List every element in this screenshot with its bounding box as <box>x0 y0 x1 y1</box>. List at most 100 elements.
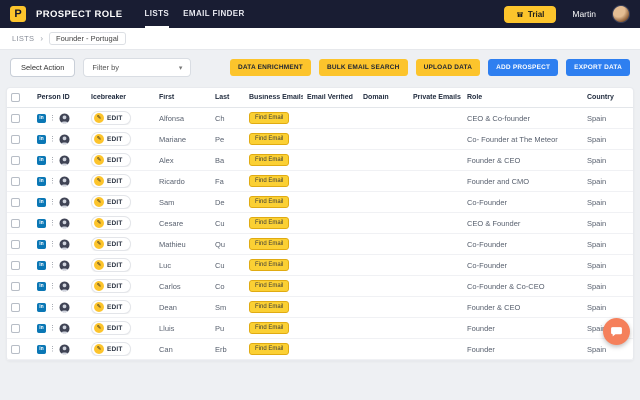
export-data-button[interactable]: EXPORT DATA <box>566 59 630 76</box>
country-cell: Spain <box>587 134 607 144</box>
row-select-cell <box>7 218 33 228</box>
linkedin-icon[interactable]: in <box>37 176 46 186</box>
linkedin-icon[interactable]: in <box>37 155 46 165</box>
table-row: in ⋮ ✎ EDIT Carlos Co Find Email Co-Foun… <box>7 276 633 297</box>
find-email-button[interactable]: Find Email <box>249 322 290 334</box>
brand-name: PROSPECT ROLE <box>36 8 123 20</box>
linkedin-icon[interactable]: in <box>37 302 46 312</box>
linkedin-icon[interactable]: in <box>37 134 46 144</box>
country-cell: Spain <box>587 344 607 354</box>
row-checkbox[interactable] <box>11 281 20 291</box>
kebab-menu-icon[interactable]: ⋮ <box>49 199 56 206</box>
person-avatar-icon[interactable] <box>59 343 70 355</box>
kebab-menu-icon[interactable]: ⋮ <box>49 178 56 185</box>
chat-widget-button[interactable] <box>603 318 630 345</box>
edit-button[interactable]: ✎ EDIT <box>91 258 131 272</box>
linkedin-icon[interactable]: in <box>37 239 46 249</box>
data-enrichment-button[interactable]: DATA ENRICHMENT <box>229 59 311 76</box>
kebab-menu-icon[interactable]: ⋮ <box>49 262 56 269</box>
trial-button[interactable]: Trial <box>503 5 557 23</box>
bulk-email-search-button[interactable]: BULK EMAIL SEARCH <box>318 59 408 76</box>
row-checkbox[interactable] <box>11 239 20 249</box>
business-emails-cell: Find Email <box>245 133 303 145</box>
find-email-button[interactable]: Find Email <box>249 238 290 250</box>
person-avatar-icon[interactable] <box>59 133 70 145</box>
nav-lists[interactable]: LISTS <box>144 0 170 28</box>
edit-button[interactable]: ✎ EDIT <box>91 237 131 251</box>
person-avatar-icon[interactable] <box>59 259 70 271</box>
col-role: Role <box>467 94 483 101</box>
first-name-cell: Sam <box>159 197 175 207</box>
app-window: P PROSPECT ROLE LISTS EMAIL FINDER Trial… <box>0 0 640 400</box>
find-email-button[interactable]: Find Email <box>249 175 290 187</box>
kebab-menu-icon[interactable]: ⋮ <box>49 346 56 353</box>
toolbar: Select Action Filter by ▾ DATA ENRICHMEN… <box>6 58 634 77</box>
icebreaker-cell: ✎ EDIT <box>87 174 155 188</box>
kebab-menu-icon[interactable]: ⋮ <box>49 136 56 143</box>
person-avatar-icon[interactable] <box>59 196 70 208</box>
row-checkbox[interactable] <box>11 302 20 312</box>
filter-by-dropdown[interactable]: Filter by ▾ <box>83 58 192 77</box>
person-avatar-icon[interactable] <box>59 322 70 334</box>
edit-button[interactable]: ✎ EDIT <box>91 195 131 209</box>
kebab-menu-icon[interactable]: ⋮ <box>49 115 56 122</box>
linkedin-icon[interactable]: in <box>37 260 46 270</box>
add-prospect-button[interactable]: ADD PROSPECT <box>488 59 559 76</box>
linkedin-icon[interactable]: in <box>37 323 46 333</box>
row-checkbox[interactable] <box>11 344 20 354</box>
kebab-menu-icon[interactable]: ⋮ <box>49 241 56 248</box>
person-avatar-icon[interactable] <box>59 154 70 166</box>
kebab-menu-icon[interactable]: ⋮ <box>49 304 56 311</box>
person-avatar-icon[interactable] <box>59 301 70 313</box>
find-email-button[interactable]: Find Email <box>249 217 290 229</box>
edit-button[interactable]: ✎ EDIT <box>91 174 131 188</box>
row-checkbox[interactable] <box>11 176 20 186</box>
upload-data-button[interactable]: UPLOAD DATA <box>415 59 481 76</box>
breadcrumb-current-list: Founder - Portugal <box>49 32 126 45</box>
edit-button[interactable]: ✎ EDIT <box>91 111 131 125</box>
row-select-cell <box>7 281 33 291</box>
nav-email-finder[interactable]: EMAIL FINDER <box>183 0 245 28</box>
edit-button-label: EDIT <box>107 156 123 164</box>
find-email-button[interactable]: Find Email <box>249 259 290 271</box>
find-email-button[interactable]: Find Email <box>249 280 290 292</box>
person-avatar-icon[interactable] <box>59 217 70 229</box>
row-checkbox[interactable] <box>11 113 20 123</box>
edit-button[interactable]: ✎ EDIT <box>91 342 131 356</box>
linkedin-icon[interactable]: in <box>37 344 46 354</box>
person-avatar-icon[interactable] <box>59 280 70 292</box>
linkedin-icon[interactable]: in <box>37 218 46 228</box>
edit-button[interactable]: ✎ EDIT <box>91 321 131 335</box>
find-email-button[interactable]: Find Email <box>249 196 290 208</box>
kebab-menu-icon[interactable]: ⋮ <box>49 220 56 227</box>
person-avatar-icon[interactable] <box>59 112 70 124</box>
kebab-menu-icon[interactable]: ⋮ <box>49 325 56 332</box>
edit-button[interactable]: ✎ EDIT <box>91 279 131 293</box>
row-checkbox[interactable] <box>11 323 20 333</box>
find-email-button[interactable]: Find Email <box>249 112 290 124</box>
edit-button[interactable]: ✎ EDIT <box>91 300 131 314</box>
kebab-menu-icon[interactable]: ⋮ <box>49 157 56 164</box>
person-avatar-icon[interactable] <box>59 175 70 187</box>
linkedin-icon[interactable]: in <box>37 113 46 123</box>
find-email-button[interactable]: Find Email <box>249 133 290 145</box>
edit-button[interactable]: ✎ EDIT <box>91 132 131 146</box>
select-all-checkbox[interactable] <box>11 93 20 102</box>
kebab-menu-icon[interactable]: ⋮ <box>49 283 56 290</box>
user-avatar[interactable] <box>612 5 630 23</box>
breadcrumb-lists-link[interactable]: LISTS <box>12 34 34 43</box>
row-checkbox[interactable] <box>11 134 20 144</box>
edit-button[interactable]: ✎ EDIT <box>91 153 131 167</box>
row-checkbox[interactable] <box>11 260 20 270</box>
linkedin-icon[interactable]: in <box>37 281 46 291</box>
edit-button[interactable]: ✎ EDIT <box>91 216 131 230</box>
person-avatar-icon[interactable] <box>59 238 70 250</box>
row-checkbox[interactable] <box>11 197 20 207</box>
find-email-button[interactable]: Find Email <box>249 154 290 166</box>
row-checkbox[interactable] <box>11 218 20 228</box>
select-action-button[interactable]: Select Action <box>10 58 76 77</box>
find-email-button[interactable]: Find Email <box>249 301 290 313</box>
find-email-button[interactable]: Find Email <box>249 343 290 355</box>
row-checkbox[interactable] <box>11 155 20 165</box>
linkedin-icon[interactable]: in <box>37 197 46 207</box>
